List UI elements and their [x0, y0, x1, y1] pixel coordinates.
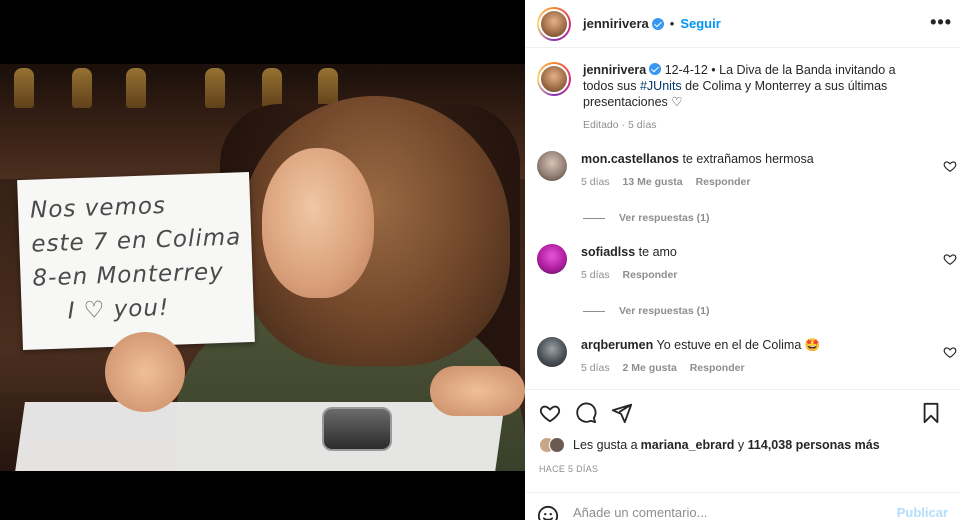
- commenter-avatar[interactable]: [537, 337, 567, 367]
- author-username[interactable]: jennirivera: [583, 16, 649, 31]
- follow-button[interactable]: Seguir: [680, 16, 720, 31]
- caption-meta: Editado · 5 días: [583, 119, 657, 131]
- comment-likes-count[interactable]: 2 Me gusta: [623, 362, 677, 374]
- bookmark-icon[interactable]: [920, 402, 942, 424]
- reply-button[interactable]: Responder: [623, 269, 678, 281]
- commenter-avatar[interactable]: [537, 151, 567, 181]
- caption-author-avatar[interactable]: [537, 62, 571, 96]
- post-side-panel: jennirivera • Seguir ••• jennirivera 12-…: [525, 0, 960, 520]
- view-replies-button[interactable]: Ver respuestas (1): [583, 305, 960, 317]
- liker-avatar[interactable]: [549, 437, 565, 453]
- comment-input[interactable]: [573, 505, 893, 520]
- comments-scroll-area[interactable]: jennirivera 12-4-12 • La Diva de la Band…: [525, 49, 960, 385]
- comment-item: sofiadlss te amo 5 días Responder: [525, 244, 960, 283]
- post-action-bar: [525, 389, 960, 435]
- post-caption: jennirivera 12-4-12 • La Diva de la Band…: [525, 49, 960, 133]
- comment-text: te extrañamos hermosa: [682, 152, 814, 166]
- header-separator: •: [669, 16, 675, 31]
- view-replies-label[interactable]: Ver respuestas (1): [619, 305, 709, 317]
- reply-button[interactable]: Responder: [690, 362, 745, 374]
- photo-phone: [322, 407, 392, 451]
- share-icon[interactable]: [611, 402, 633, 424]
- heart-icon[interactable]: [539, 402, 561, 424]
- photo-papers: [15, 402, 505, 471]
- comment-text: te amo: [638, 245, 677, 259]
- post-photo[interactable]: Nos vemos este 7 en Colima 8-en Monterre…: [0, 64, 525, 471]
- comment-heart-icon[interactable]: [943, 345, 957, 359]
- more-options-icon[interactable]: •••: [930, 12, 952, 33]
- comment-item: mon.castellanos te extrañamos hermosa 5 …: [525, 151, 960, 190]
- comment-composer: Publicar: [525, 492, 960, 520]
- comment-time[interactable]: 5 días: [581, 362, 610, 374]
- likes-middle: y: [734, 438, 748, 452]
- liker-username[interactable]: mariana_ebrard: [641, 438, 735, 452]
- post-timestamp[interactable]: HACE 5 DÍAS: [539, 464, 598, 474]
- post-media[interactable]: Nos vemos este 7 en Colima 8-en Monterre…: [0, 0, 525, 520]
- view-replies-label[interactable]: Ver respuestas (1): [619, 212, 709, 224]
- comment-time[interactable]: 5 días: [581, 269, 610, 281]
- verified-badge-icon: [651, 17, 664, 30]
- comment-text: Yo estuve en el de Colima 🤩: [656, 338, 821, 352]
- photo-hand-left: [105, 332, 185, 412]
- publish-button[interactable]: Publicar: [897, 505, 948, 520]
- photo-handwritten-sign: Nos vemos este 7 en Colima 8-en Monterre…: [17, 172, 255, 350]
- instagram-post-view: Nos vemos este 7 en Colima 8-en Monterre…: [0, 0, 960, 520]
- commenter-username[interactable]: mon.castellanos: [581, 152, 679, 166]
- view-replies-button[interactable]: Ver respuestas (1): [583, 212, 960, 224]
- photo-hand-right: [430, 366, 525, 416]
- commenter-avatar[interactable]: [537, 244, 567, 274]
- commenter-username[interactable]: sofiadlss: [581, 245, 635, 259]
- likes-count[interactable]: 114,038 personas más: [748, 438, 880, 452]
- post-header: jennirivera • Seguir •••: [525, 0, 960, 48]
- emoji-icon[interactable]: [537, 505, 559, 520]
- sign-line: I ♡ you!: [67, 294, 170, 325]
- comment-icon[interactable]: [575, 402, 597, 424]
- comment-likes-count[interactable]: 13 Me gusta: [623, 176, 683, 188]
- author-avatar[interactable]: [537, 6, 571, 41]
- caption-username[interactable]: jennirivera: [583, 63, 646, 77]
- commenter-username[interactable]: arqberumen: [581, 338, 653, 352]
- comment-item: arqberumen Yo estuve en el de Colima 🤩 5…: [525, 337, 960, 376]
- comment-time[interactable]: 5 días: [581, 176, 610, 188]
- likes-prefix: Les gusta a: [573, 438, 638, 452]
- reply-button[interactable]: Responder: [696, 176, 751, 188]
- photo-person-face: [262, 148, 374, 298]
- likes-summary: Les gusta a mariana_ebrard y 114,038 per…: [539, 437, 880, 453]
- sign-line: 8-en Monterrey: [32, 258, 225, 292]
- verified-badge-icon: [649, 63, 662, 75]
- caption-hashtag-link[interactable]: #JUnits: [640, 79, 682, 93]
- comment-heart-icon[interactable]: [943, 252, 957, 266]
- comment-heart-icon[interactable]: [943, 159, 957, 173]
